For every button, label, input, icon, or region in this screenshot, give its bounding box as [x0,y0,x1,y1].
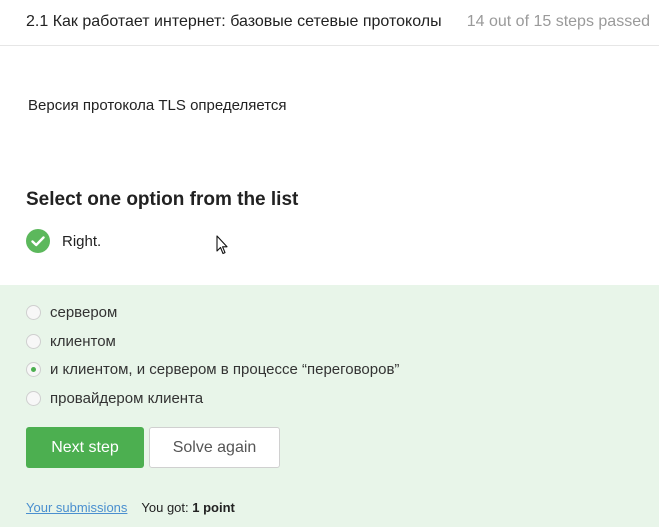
options-panel: сервером клиентом и клиентом, и сервером… [0,285,659,527]
option-label: и клиентом, и сервером в процессе “перег… [50,360,400,378]
radio-button[interactable] [26,333,41,349]
option-item[interactable]: клиентом [26,331,116,351]
score-value: 1 point [192,500,235,515]
mouse-cursor-icon [216,235,228,260]
submission-footer: Your submissions You got: 1 point [26,500,235,515]
lesson-title[interactable]: 2.1 Как работает интернет: базовые сетев… [26,13,442,31]
solve-again-button[interactable]: Solve again [149,427,280,468]
result-text: Right. [62,232,102,250]
option-label: клиентом [50,332,116,350]
radio-button[interactable] [26,304,41,320]
quiz-instruction: Select one option from the list [26,189,299,210]
radio-button-selected[interactable] [26,361,41,377]
radio-button[interactable] [26,390,41,406]
option-label: сервером [50,303,118,321]
steps-progress: 14 out of 15 steps passed [466,13,650,30]
result-status: Right. [26,229,101,253]
option-item[interactable]: сервером [26,302,117,322]
score-text: You got: 1 point [141,500,234,515]
your-submissions-link[interactable]: Your submissions [26,500,127,515]
option-label: провайдером клиента [50,389,204,407]
question-text: Версия протокола TLS определяется [28,97,287,114]
option-item[interactable]: провайдером клиента [26,388,203,408]
check-circle-icon [26,229,50,253]
score-prefix: You got: [141,500,189,515]
next-step-button[interactable]: Next step [26,427,144,468]
option-item[interactable]: и клиентом, и сервером в процессе “перег… [26,359,399,379]
lesson-header: 2.1 Как работает интернет: базовые сетев… [0,0,659,46]
